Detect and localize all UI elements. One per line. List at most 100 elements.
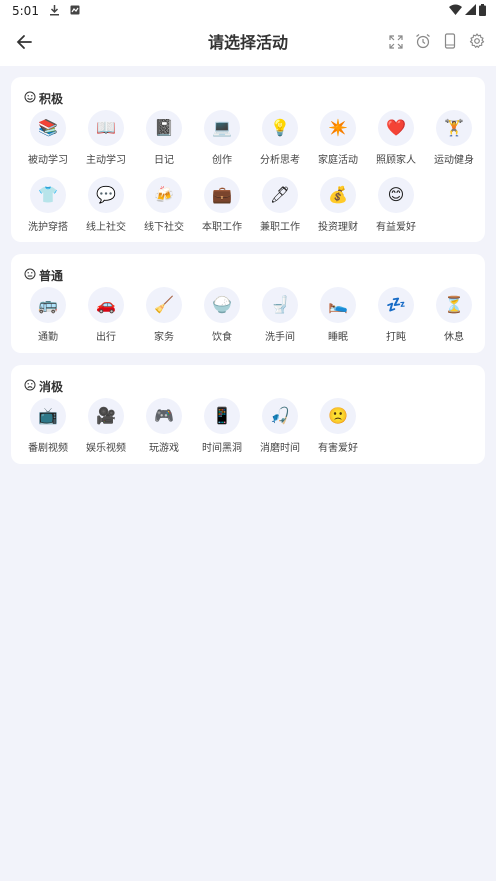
frowning-face-outline-icon: [24, 379, 36, 394]
activity-item[interactable]: 🧹 家务: [135, 287, 193, 347]
game-controller-icon: 🎮: [146, 398, 182, 434]
section-title: 消极: [39, 380, 64, 394]
zzz-icon: 💤: [378, 287, 414, 323]
alarm-button[interactable]: [414, 32, 432, 54]
heart-icon: ❤️: [378, 110, 414, 146]
activity-item[interactable]: 🍻 线下社交: [135, 177, 193, 237]
activity-item[interactable]: 💻 创作: [193, 110, 251, 170]
smiling-face-outline-icon: [24, 91, 36, 106]
cell-signal-icon: [465, 4, 476, 18]
activity-item[interactable]: 📚 被动学习: [19, 110, 77, 170]
activity-item[interactable]: 👕 洗护穿搭: [19, 177, 77, 237]
download-icon: [49, 4, 60, 19]
neutral-face-outline-icon: [24, 268, 36, 283]
back-button[interactable]: [10, 30, 38, 58]
activity-item[interactable]: 🙁 有害爱好: [309, 398, 367, 458]
activity-item[interactable]: 💡 分析思考: [251, 110, 309, 170]
activity-label: 有害爱好: [318, 443, 358, 454]
activity-item[interactable]: 🎮 玩游戏: [135, 398, 193, 458]
activity-item[interactable]: 🚌 通勤: [19, 287, 77, 347]
activity-item[interactable]: 🎣 消磨时间: [251, 398, 309, 458]
activity-item[interactable]: 🚗 出行: [77, 287, 135, 347]
laptop-icon: 💻: [204, 110, 240, 146]
activity-item[interactable]: ⏳ 休息: [425, 287, 483, 347]
battery-icon: [479, 3, 486, 19]
activity-label: 娱乐视频: [86, 443, 126, 454]
section-title: 普通: [39, 269, 64, 283]
activity-label: 洗护穿搭: [28, 222, 68, 233]
settings-button[interactable]: [468, 32, 486, 54]
notification-icon: [70, 4, 80, 18]
activity-item[interactable]: ❤️ 照顾家人: [367, 110, 425, 170]
activity-label: 睡眠: [328, 332, 348, 343]
open-book-icon: 📖: [88, 110, 124, 146]
activity-label: 打盹: [386, 332, 406, 343]
status-time: 5:01: [12, 4, 39, 18]
activity-label: 创作: [212, 155, 232, 166]
beer-mugs-icon: 🍻: [146, 177, 182, 213]
fullscreen-button[interactable]: [387, 32, 405, 54]
gear-icon: [469, 33, 485, 53]
activity-label: 洗手间: [265, 332, 295, 343]
activity-item[interactable]: 😊 有益爱好: [367, 177, 425, 237]
notebook-icon: 📓: [146, 110, 182, 146]
activity-label: 家务: [154, 332, 174, 343]
hourglass-icon: ⏳: [436, 287, 472, 323]
phone-icon: [444, 33, 456, 53]
activity-label: 饮食: [212, 332, 232, 343]
activity-item[interactable]: 🚽 洗手间: [251, 287, 309, 347]
movie-camera-icon: 🎥: [88, 398, 124, 434]
activity-label: 投资理财: [318, 222, 358, 233]
activity-label: 家庭活动: [318, 155, 358, 166]
device-button[interactable]: [441, 32, 459, 54]
briefcase-icon: 💼: [204, 177, 240, 213]
activity-item[interactable]: 💤 打盹: [367, 287, 425, 347]
app-bar: 请选择活动: [0, 22, 496, 66]
activity-label: 日记: [154, 155, 174, 166]
bed-icon: 🛌: [320, 287, 356, 323]
activity-label: 被动学习: [28, 155, 68, 166]
activity-label: 通勤: [38, 332, 58, 343]
activity-item[interactable]: 📓 日记: [135, 110, 193, 170]
activity-label: 休息: [444, 332, 464, 343]
fishing-rod-icon: 🎣: [262, 398, 298, 434]
activity-item[interactable]: 🖊 兼职工作: [251, 177, 309, 237]
activity-label: 照顾家人: [376, 155, 416, 166]
speech-bubble-icon: 💬: [88, 177, 124, 213]
activity-item[interactable]: 💼 本职工作: [193, 177, 251, 237]
activity-item[interactable]: 💬 线上社交: [77, 177, 135, 237]
expand-icon: [389, 34, 403, 53]
section-title: 积极: [39, 92, 64, 106]
activity-item[interactable]: 🏋 运动健身: [425, 110, 483, 170]
activity-item[interactable]: 📖 主动学习: [77, 110, 135, 170]
activity-label: 消磨时间: [260, 443, 300, 454]
money-bag-icon: 💰: [320, 177, 356, 213]
wifi-icon: [449, 4, 462, 18]
section-negative: 消极 📺 番剧视频 🎥 娱乐视频 🎮 玩游戏 📱 时间黑洞 🎣 消磨时间 🙁 有害爱好: [11, 365, 485, 464]
activity-item[interactable]: 🛌 睡眠: [309, 287, 367, 347]
light-bulb-icon: 💡: [262, 110, 298, 146]
activity-item[interactable]: 🎥 娱乐视频: [77, 398, 135, 458]
activity-item[interactable]: ✴️ 家庭活动: [309, 110, 367, 170]
activity-label: 分析思考: [260, 155, 300, 166]
activity-label: 运动健身: [434, 155, 474, 166]
activity-item[interactable]: 🍚 饮食: [193, 287, 251, 347]
broom-icon: 🧹: [146, 287, 182, 323]
frowning-face-icon: 🙁: [320, 398, 356, 434]
arrow-left-icon: [15, 33, 33, 55]
toilet-icon: 🚽: [262, 287, 298, 323]
activity-label: 兼职工作: [260, 222, 300, 233]
activity-label: 线下社交: [144, 222, 184, 233]
smiling-face-icon: 😊: [378, 177, 414, 213]
section-normal: 普通 🚌 通勤 🚗 出行 🧹 家务 🍚 饮食 🚽 洗手间 🛌 睡眠 💤 打盹 ⏳ 休息: [11, 254, 485, 353]
activity-label: 番剧视频: [28, 443, 68, 454]
activity-item[interactable]: 💰 投资理财: [309, 177, 367, 237]
sparkle-icon: ✴️: [320, 110, 356, 146]
activity-item[interactable]: 📺 番剧视频: [19, 398, 77, 458]
activity-label: 时间黑洞: [202, 443, 242, 454]
activity-label: 出行: [96, 332, 116, 343]
mobile-phone-icon: 📱: [204, 398, 240, 434]
weightlifter-icon: 🏋: [436, 110, 472, 146]
activity-item[interactable]: 📱 时间黑洞: [193, 398, 251, 458]
alarm-clock-icon: [415, 33, 431, 53]
